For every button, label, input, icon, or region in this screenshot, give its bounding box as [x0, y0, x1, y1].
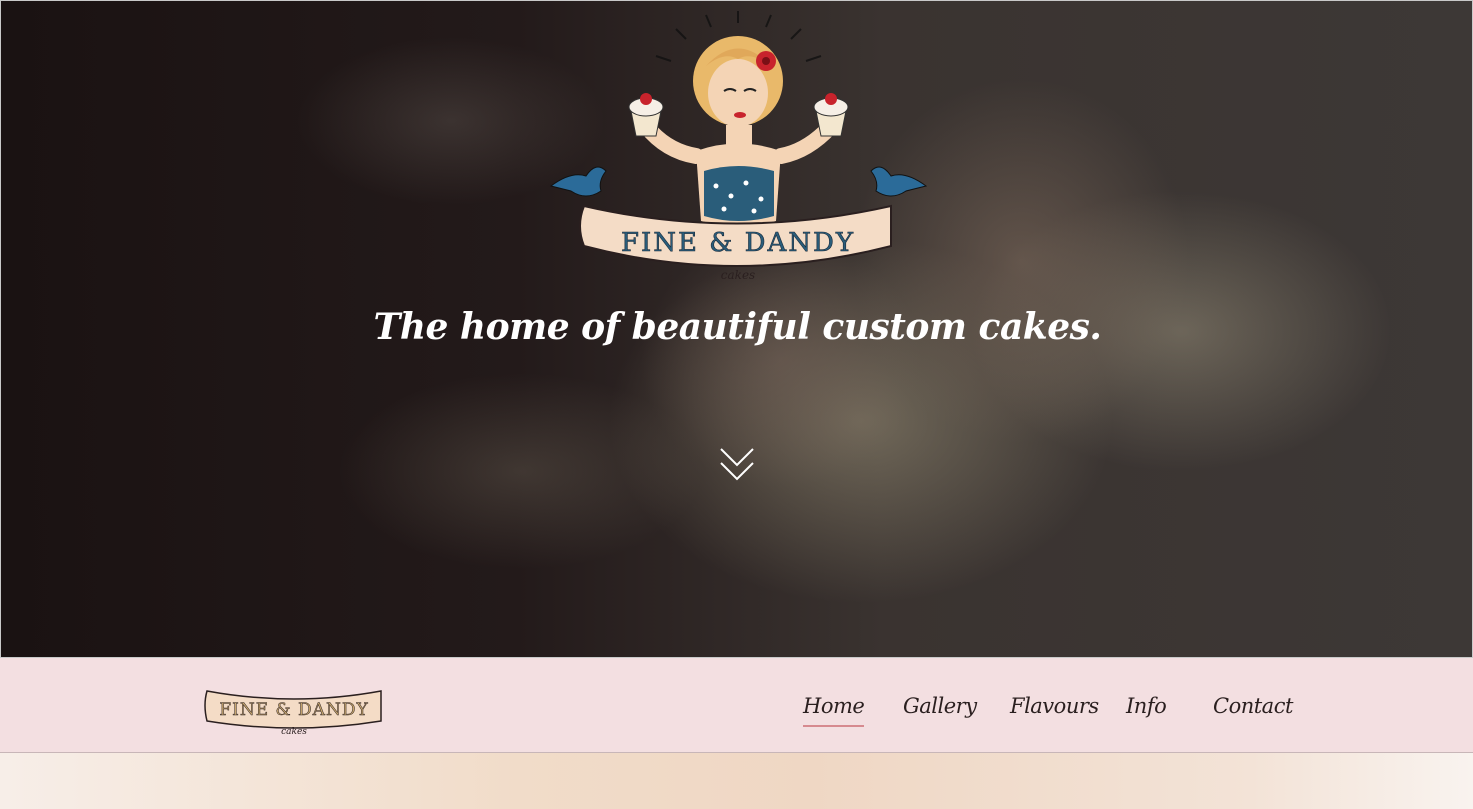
logo-text: FINE & DANDY	[621, 228, 855, 258]
double-chevron-down-icon[interactable]	[717, 445, 757, 485]
content-section-top	[0, 753, 1473, 809]
hero-tagline: The home of beautiful custom cakes.	[373, 306, 1102, 348]
nav-link-flavours[interactable]: Flavours	[1010, 694, 1099, 718]
logo-subtext: cakes	[721, 268, 755, 282]
nav-link-info[interactable]: Info	[1126, 694, 1167, 718]
nav-links: Home Gallery Flavours Info Contact	[0, 694, 1473, 734]
nav-link-contact[interactable]: Contact	[1213, 694, 1293, 718]
main-navbar: FINE & DANDY cakes Home Gallery Flavours…	[0, 658, 1473, 753]
hero-section: FINE & DANDY cakes The home of beautiful…	[0, 0, 1473, 658]
nav-link-home[interactable]: Home	[803, 694, 865, 727]
fine-and-dandy-logo: FINE & DANDY cakes	[549, 11, 928, 282]
nav-link-gallery[interactable]: Gallery	[903, 694, 977, 718]
